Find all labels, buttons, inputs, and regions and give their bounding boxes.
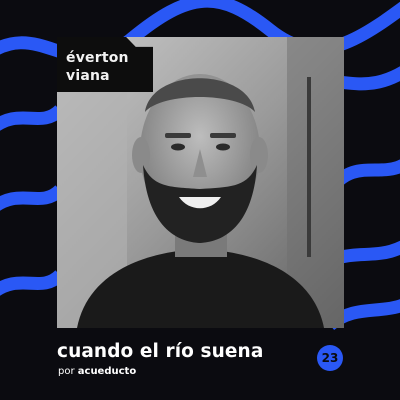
- wave-left-2: [0, 184, 65, 211]
- wave-left-1: [0, 104, 65, 131]
- guest-last-name: viana: [66, 68, 110, 84]
- byline-brand: acueducto: [77, 366, 137, 377]
- wave-left-3: [0, 269, 65, 296]
- episode-title: cuando el río suena: [57, 341, 264, 362]
- episode-byline: por acueducto: [58, 366, 136, 377]
- podcast-cover: éverton viana cuando el río suena por ac…: [0, 0, 400, 400]
- guest-first-name: éverton: [66, 50, 129, 66]
- episode-number-badge: 23: [317, 345, 343, 371]
- byline-prefix: por: [58, 366, 78, 377]
